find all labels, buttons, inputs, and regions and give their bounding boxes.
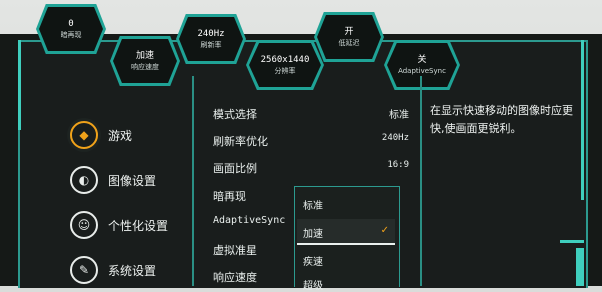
badge-value: 2560x1440 bbox=[260, 54, 310, 65]
badge-low-latency: 开 低延迟 bbox=[314, 12, 384, 62]
badge-value: 关 bbox=[417, 54, 427, 65]
dropdown-option-selected[interactable]: 加速 bbox=[303, 225, 323, 240]
setting-label: 刷新率优化 bbox=[213, 135, 268, 148]
badge-resolution: 2560x1440 分辨率 bbox=[246, 40, 324, 90]
nav-item-label: 游戏 bbox=[108, 128, 133, 143]
setting-label: 画面比例 bbox=[213, 162, 257, 175]
badge-value: 加速 bbox=[135, 50, 154, 61]
badge-value: 0 bbox=[68, 18, 74, 29]
description-divider bbox=[420, 76, 422, 286]
badge-refresh-rate: 240Hz 刷新率 bbox=[176, 14, 246, 64]
nav-item-image-settings[interactable]: ◐ 图像设置 bbox=[70, 166, 156, 194]
nav-item-game[interactable]: ◆ 游戏 bbox=[70, 121, 132, 149]
setting-label: 响应速度 bbox=[213, 271, 257, 284]
setting-row-aspect-ratio[interactable]: 画面比例 16:9 bbox=[213, 160, 409, 176]
badge-label: 刷新率 bbox=[200, 40, 222, 49]
dropdown-option[interactable]: 疾速 bbox=[303, 253, 323, 268]
response-time-dropdown[interactable]: 标准 加速 ✓ 疾速 超级 bbox=[294, 186, 400, 292]
dropdown-option[interactable]: 超级 bbox=[303, 277, 323, 292]
setting-label: AdaptiveSync bbox=[213, 215, 286, 226]
robot-icon: ☺ bbox=[70, 211, 98, 239]
game-icon: ◆ bbox=[70, 121, 98, 149]
image-icon: ◐ bbox=[70, 166, 98, 194]
frame-stripe-corner bbox=[560, 240, 584, 243]
setting-row-refresh-optimize[interactable]: 刷新率优化 240Hz bbox=[213, 133, 409, 149]
badge-value: 240Hz bbox=[197, 28, 225, 39]
setting-value: 16:9 bbox=[387, 160, 409, 170]
setting-description: 在显示快速移动的图像时应更快,使画面更锐利。 bbox=[430, 104, 573, 135]
badge-label: 低延迟 bbox=[338, 38, 360, 47]
setting-row-mode[interactable]: 模式选择 标准 bbox=[213, 106, 409, 122]
frame-stripe-corner-2 bbox=[576, 248, 584, 286]
setting-label: 虚拟准星 bbox=[213, 244, 257, 257]
nav-item-label: 图像设置 bbox=[108, 173, 157, 188]
nav-item-system-settings[interactable]: ✎ 系统设置 bbox=[70, 256, 156, 284]
setting-value: 标准 bbox=[389, 110, 409, 121]
setting-value: 240Hz bbox=[381, 133, 409, 143]
frame-stripe-right bbox=[581, 40, 584, 200]
setting-label: 模式选择 bbox=[213, 108, 257, 121]
badge-response-time: 加速 响应速度 bbox=[110, 36, 180, 86]
nav-item-label: 系统设置 bbox=[108, 263, 157, 278]
frame-stripe-left bbox=[18, 40, 21, 130]
badge-value: 开 bbox=[344, 26, 354, 37]
check-icon: ✓ bbox=[380, 225, 389, 236]
badge-label: 分辨率 bbox=[274, 66, 296, 75]
nav-item-label: 个性化设置 bbox=[108, 218, 169, 233]
badge-label: 响应速度 bbox=[131, 62, 159, 71]
badge-label: 暗再现 bbox=[60, 30, 82, 39]
badge-label: AdaptiveSync bbox=[398, 66, 446, 75]
badge-dark-boost: 0 暗再现 bbox=[36, 4, 106, 54]
nav-item-personalization[interactable]: ☺ 个性化设置 bbox=[70, 211, 168, 239]
nav-divider bbox=[192, 76, 194, 286]
wrench-icon: ✎ bbox=[70, 256, 98, 284]
badge-adaptive-sync: 关 AdaptiveSync bbox=[384, 40, 460, 90]
dropdown-option[interactable]: 标准 bbox=[303, 197, 323, 212]
setting-label: 暗再现 bbox=[213, 190, 246, 203]
